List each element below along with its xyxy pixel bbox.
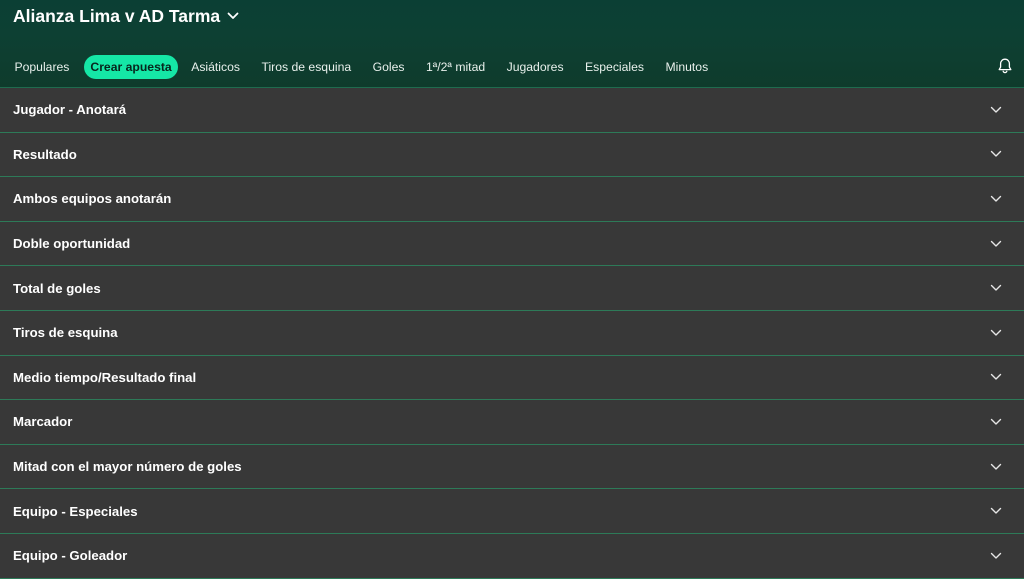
market-row-resultado[interactable]: Resultado bbox=[0, 133, 1024, 178]
market-label: Mitad con el mayor número de goles bbox=[13, 459, 242, 475]
tab-minutos[interactable]: Minutos bbox=[655, 55, 719, 79]
market-row-equipo-goleador[interactable]: Equipo - Goleador bbox=[0, 534, 1024, 579]
match-title: Alianza Lima v AD Tarma bbox=[13, 5, 221, 26]
bell-icon[interactable] bbox=[996, 57, 1014, 75]
chevron-down-icon bbox=[990, 329, 1002, 336]
market-tabs: Populares Crear apuesta Asiáticos Tiros … bbox=[4, 54, 719, 80]
market-label: Total de goles bbox=[13, 280, 101, 296]
market-label: Medio tiempo/Resultado final bbox=[13, 369, 197, 385]
chevron-down-icon bbox=[990, 106, 1002, 113]
market-row-doble-oportunidad[interactable]: Doble oportunidad bbox=[0, 222, 1024, 267]
chevron-down-icon bbox=[990, 195, 1002, 202]
chevron-down-icon bbox=[990, 240, 1002, 247]
market-row-medio-tiempo-resultado-final[interactable]: Medio tiempo/Resultado final bbox=[0, 356, 1024, 401]
market-label: Jugador - Anotará bbox=[13, 102, 127, 118]
chevron-down-icon bbox=[990, 151, 1002, 158]
tab-crear-apuesta[interactable]: Crear apuesta bbox=[84, 55, 178, 79]
market-label: Ambos equipos anotarán bbox=[13, 191, 172, 207]
match-title-dropdown[interactable]: Alianza Lima v AD Tarma bbox=[13, 4, 239, 28]
market-row-total-de-goles[interactable]: Total de goles bbox=[0, 266, 1024, 311]
market-label: Equipo - Goleador bbox=[13, 548, 128, 564]
chevron-down-icon bbox=[990, 507, 1002, 514]
market-row-equipo-especiales[interactable]: Equipo - Especiales bbox=[0, 489, 1024, 534]
market-label: Equipo - Especiales bbox=[13, 503, 138, 519]
tab-primera-segunda-mitad[interactable]: 1ª/2ª mitad bbox=[415, 55, 495, 79]
event-header: Alianza Lima v AD Tarma Populares Crear … bbox=[0, 0, 1024, 88]
chevron-down-icon bbox=[990, 463, 1002, 470]
tab-jugadores[interactable]: Jugadores bbox=[496, 55, 574, 79]
market-label: Doble oportunidad bbox=[13, 236, 131, 252]
chevron-down-icon bbox=[990, 284, 1002, 291]
chevron-down-icon bbox=[990, 374, 1002, 381]
market-list: Jugador - Anotará Resultado Ambos equipo… bbox=[0, 88, 1024, 579]
chevron-down-icon bbox=[990, 418, 1002, 425]
market-row-mitad-mayor-numero-goles[interactable]: Mitad con el mayor número de goles bbox=[0, 445, 1024, 490]
tab-goles[interactable]: Goles bbox=[362, 55, 415, 79]
chevron-down-icon bbox=[990, 552, 1002, 559]
market-label: Tiros de esquina bbox=[13, 325, 118, 341]
market-label: Resultado bbox=[13, 146, 77, 162]
market-row-tiros-de-esquina[interactable]: Tiros de esquina bbox=[0, 311, 1024, 356]
market-row-marcador[interactable]: Marcador bbox=[0, 400, 1024, 445]
tab-tiros-de-esquina[interactable]: Tiros de esquina bbox=[251, 55, 362, 79]
tab-populares[interactable]: Populares bbox=[4, 55, 80, 79]
chevron-down-icon bbox=[227, 12, 239, 19]
market-row-jugador-anotara[interactable]: Jugador - Anotará bbox=[0, 88, 1024, 133]
tab-especiales[interactable]: Especiales bbox=[575, 55, 655, 79]
tab-asiaticos[interactable]: Asiáticos bbox=[181, 55, 251, 79]
market-row-ambos-equipos-anotaran[interactable]: Ambos equipos anotarán bbox=[0, 177, 1024, 222]
market-label: Marcador bbox=[13, 414, 73, 430]
